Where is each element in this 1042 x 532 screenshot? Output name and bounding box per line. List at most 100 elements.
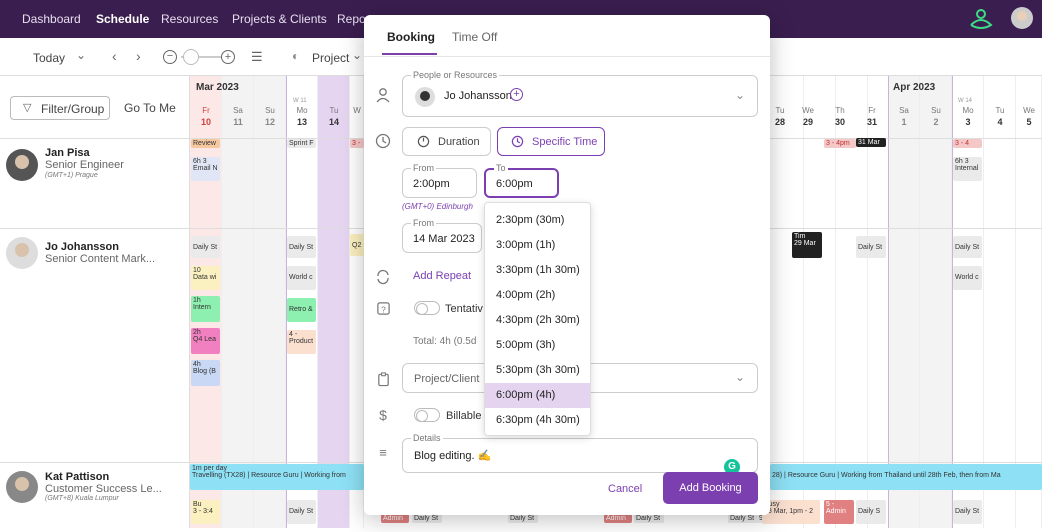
booking-chip[interactable]: 4 - Product bbox=[287, 330, 316, 354]
booking-chip[interactable]: Daily St bbox=[412, 514, 442, 523]
add-repeat-link[interactable]: Add Repeat bbox=[413, 270, 471, 282]
people-column: ▽ Filter/Group Go To Me Jan Pisa Senior … bbox=[0, 76, 190, 528]
booking-chip[interactable]: Daily S bbox=[856, 500, 886, 524]
chevron-down-icon[interactable]: ⌄ bbox=[352, 48, 362, 62]
list-icon[interactable]: ☰ bbox=[251, 49, 263, 65]
booking-chip[interactable]: Bu 3 - 3:4 bbox=[191, 500, 220, 524]
nav-resources[interactable]: Resources bbox=[161, 12, 218, 26]
booking-chip[interactable]: Admin bbox=[381, 514, 409, 523]
go-to-me-button[interactable]: Go To Me bbox=[124, 101, 176, 115]
booking-chip[interactable]: Tim 29 Mar bbox=[792, 232, 822, 258]
booking-chip[interactable]: World c bbox=[287, 266, 316, 290]
filter-group-button[interactable]: ▽ Filter/Group bbox=[10, 96, 110, 120]
booking-chip[interactable]: 28) | Resource Guru | Working from Thail… bbox=[770, 464, 1042, 490]
today-button[interactable]: Today bbox=[33, 51, 65, 65]
user-avatar[interactable] bbox=[1011, 7, 1033, 29]
booking-chip[interactable]: Daily St bbox=[953, 236, 982, 258]
chevron-down-icon[interactable]: ⌄ bbox=[735, 88, 745, 102]
booking-chip[interactable]: 10 Data wi bbox=[191, 266, 220, 290]
field-label: Details bbox=[411, 433, 443, 443]
person-row-jan[interactable]: Jan Pisa Senior Engineer (GMT+1) Prague bbox=[0, 138, 190, 228]
zoom-in-icon[interactable]: + bbox=[221, 50, 235, 64]
day-column[interactable] bbox=[984, 76, 1016, 528]
zoom-slider-handle[interactable] bbox=[183, 49, 199, 65]
booking-chip[interactable]: Admin bbox=[604, 514, 632, 523]
day-header: We 29 bbox=[802, 106, 814, 127]
booking-chip[interactable]: 3 - 4 bbox=[953, 139, 982, 148]
booking-chip[interactable]: Retro & bbox=[287, 298, 316, 322]
date-field[interactable]: From 14 Mar 2023 bbox=[402, 218, 482, 253]
tentative-toggle[interactable] bbox=[414, 301, 440, 315]
booking-chip[interactable]: Daily St bbox=[508, 514, 538, 523]
booking-chip[interactable]: 2h Q4 Lea bbox=[191, 328, 220, 354]
time-option[interactable]: 4:30pm (2h 30m) bbox=[485, 308, 590, 333]
billable-toggle[interactable] bbox=[414, 408, 440, 422]
booking-chip[interactable]: 1h Intern bbox=[191, 296, 220, 322]
time-option[interactable]: 4:00pm (2h) bbox=[485, 283, 590, 308]
palette-icon[interactable]: ◐ bbox=[292, 49, 299, 63]
chevron-down-icon[interactable]: ⌄ bbox=[735, 370, 745, 384]
chevron-down-icon[interactable]: ⌄ bbox=[76, 48, 86, 62]
booking-chip[interactable]: Daily St bbox=[856, 236, 886, 258]
details-textarea[interactable]: Details Blog editing. ✍ G bbox=[402, 433, 758, 475]
booking-chip[interactable]: Daily St bbox=[287, 500, 316, 524]
booking-chip[interactable]: 3 - bbox=[350, 139, 364, 148]
tab-booking[interactable]: Booking bbox=[387, 30, 435, 44]
booking-chip[interactable]: 6h 3 Email N bbox=[191, 157, 220, 181]
field-label: From bbox=[411, 218, 436, 228]
day-column[interactable] bbox=[888, 76, 920, 528]
time-option[interactable]: 5:30pm (3h 30m) bbox=[485, 358, 590, 383]
duration-button[interactable]: Duration bbox=[402, 127, 491, 156]
day-column[interactable] bbox=[254, 76, 286, 528]
booking-chip[interactable]: Daily St bbox=[634, 514, 664, 523]
booking-chip[interactable]: Sprint F bbox=[287, 139, 316, 148]
person-role: Customer Success Le... bbox=[45, 483, 162, 495]
tab-divider bbox=[364, 56, 770, 57]
zoom-out-icon[interactable]: − bbox=[163, 50, 177, 64]
booking-chip[interactable]: 6h 3 Internal bbox=[953, 157, 982, 181]
nav-dashboard[interactable]: Dashboard bbox=[22, 12, 81, 26]
booking-chip[interactable]: 3 - 4pm bbox=[824, 139, 856, 148]
cancel-button[interactable]: Cancel bbox=[608, 483, 642, 495]
day-column[interactable] bbox=[222, 76, 254, 528]
day-column[interactable] bbox=[1016, 76, 1042, 528]
booking-chip[interactable]: 4h Blog (B bbox=[191, 360, 220, 386]
booking-chip[interactable]: Daily St bbox=[191, 236, 220, 258]
add-person-icon[interactable]: + bbox=[510, 88, 523, 101]
person-row-kat[interactable]: Kat Pattison Customer Success Le... (GMT… bbox=[0, 462, 190, 532]
booking-chip[interactable]: 31 Mar bbox=[856, 138, 886, 147]
time-option[interactable]: 6:30pm (4h 30m) bbox=[485, 408, 590, 433]
booking-chip[interactable]: Review bbox=[191, 139, 220, 148]
project-selector[interactable]: Project bbox=[312, 51, 349, 65]
time-option[interactable]: 5:00pm (3h) bbox=[485, 333, 590, 358]
next-arrow-icon[interactable]: › bbox=[136, 48, 141, 64]
booking-chip[interactable]: Daily St bbox=[953, 500, 982, 524]
day-column[interactable] bbox=[920, 76, 952, 528]
person-row-jo[interactable]: Jo Johansson Senior Content Mark... bbox=[0, 228, 190, 462]
booking-chip[interactable]: Daily St bbox=[287, 236, 316, 258]
to-time-field[interactable]: To 6:00pm bbox=[484, 163, 559, 198]
booking-chip[interactable]: Daily St bbox=[728, 514, 758, 523]
time-option[interactable]: 2:30pm (30m) bbox=[485, 208, 590, 233]
from-time-field[interactable]: From 2:00pm bbox=[402, 163, 477, 198]
nav-schedule[interactable]: Schedule bbox=[96, 12, 149, 26]
booking-chip[interactable]: Busy 28 Mar, 1pm - 2 bbox=[762, 500, 820, 524]
day-column[interactable] bbox=[772, 76, 804, 528]
clock-icon bbox=[511, 135, 524, 148]
time-option[interactable]: 3:00pm (1h) bbox=[485, 233, 590, 258]
avatar bbox=[6, 471, 38, 503]
booking-chip[interactable]: 5 - Admin bbox=[824, 500, 854, 524]
booking-chip[interactable]: World c bbox=[953, 266, 982, 290]
booking-chip[interactable]: 1m per day Travelling (TX28) | Resource G… bbox=[190, 464, 364, 490]
booking-chip[interactable]: Q2 bbox=[350, 234, 364, 256]
specific-time-button[interactable]: Specific Time bbox=[497, 127, 605, 156]
date-value: 14 Mar 2023 bbox=[413, 233, 475, 245]
time-option[interactable]: 3:30pm (1h 30m) bbox=[485, 258, 590, 283]
time-option-selected[interactable]: 6:00pm (4h) bbox=[485, 383, 590, 408]
nav-projects-clients[interactable]: Projects & Clients bbox=[232, 12, 327, 26]
people-resources-field[interactable]: People or Resources Jo Johansson + ⌄ bbox=[402, 70, 758, 117]
tab-time-off[interactable]: Time Off bbox=[452, 30, 497, 44]
prev-arrow-icon[interactable]: ‹ bbox=[112, 48, 117, 64]
add-booking-button[interactable]: Add Booking bbox=[663, 472, 758, 504]
day-column-today[interactable] bbox=[318, 76, 350, 528]
